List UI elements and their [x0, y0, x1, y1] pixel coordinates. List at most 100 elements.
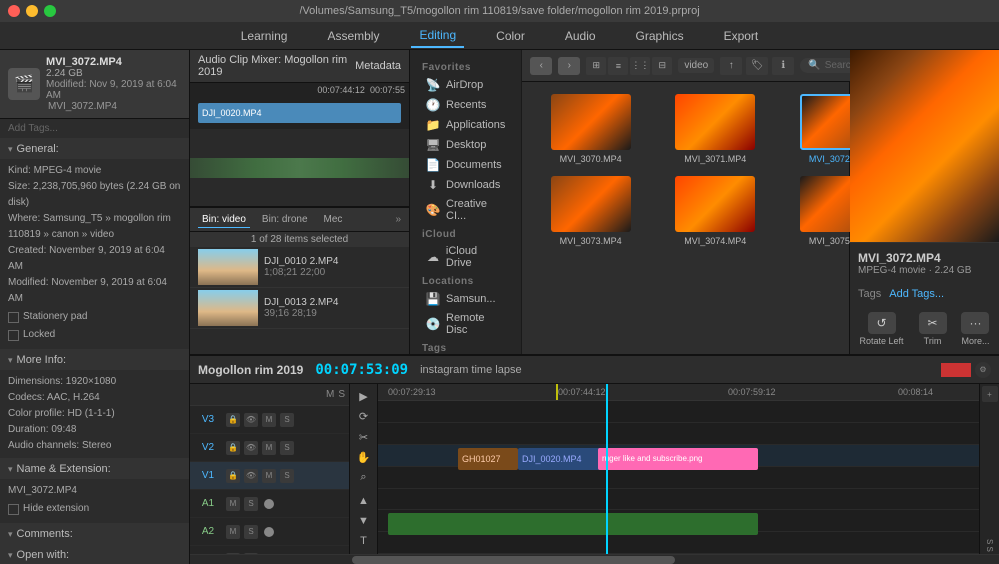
finder-cell-4[interactable]: MVI_3073.MP4 — [530, 172, 651, 250]
sidebar-icloud-drive[interactable]: ☁ iCloud Drive — [414, 242, 517, 272]
preview-large-area — [850, 50, 999, 242]
more-btn[interactable]: ··· More... — [961, 312, 989, 346]
time-marker-2: 00:07:44:12 — [558, 387, 606, 397]
share-btn[interactable]: ↑ — [720, 57, 742, 75]
a2-mute[interactable]: M — [226, 525, 240, 539]
bin-item-1[interactable]: DJI_0010 2.MP4 1;08;21 22;00 — [190, 247, 409, 288]
v2-mute[interactable]: M — [262, 441, 276, 455]
a1-label[interactable]: A1 — [194, 498, 222, 509]
v1-mute[interactable]: M — [262, 469, 276, 483]
open-with-header[interactable]: Open with: — [0, 545, 189, 564]
playhead[interactable] — [606, 384, 608, 554]
list-view-btn[interactable]: ≡ — [608, 57, 628, 75]
v2-solo[interactable]: S — [280, 441, 294, 455]
finder-thumb-5 — [675, 176, 755, 232]
nav-editing[interactable]: Editing — [411, 24, 464, 48]
nudge-down[interactable]: ▼ — [353, 513, 375, 530]
timeline-end-controls: + S S — [979, 384, 999, 554]
bin-mec-tab[interactable]: Mec — [320, 212, 347, 227]
more-tabs-icon[interactable]: » — [395, 214, 401, 225]
nav-color[interactable]: Color — [488, 25, 533, 47]
v3-vis[interactable]: 👁 — [244, 413, 258, 427]
a2-solo[interactable]: S — [244, 525, 258, 539]
remote-disc-icon: 💿 — [426, 317, 440, 331]
waveform-area — [190, 129, 409, 206]
bin-pagination: 1 of 28 items selected — [190, 231, 409, 247]
sidebar-airdrop[interactable]: 📡 AirDrop — [414, 75, 517, 95]
file-title-block: MVI_3072.MP4 2.24 GB Modified: Nov 9, 20… — [46, 56, 181, 112]
v3-solo[interactable]: S — [280, 413, 294, 427]
metadata-tab[interactable]: Metadata — [355, 60, 401, 72]
type-tool[interactable]: T — [353, 533, 375, 550]
timeline-scrollbar[interactable] — [190, 554, 999, 564]
sidebar-recents[interactable]: 🕐 Recents — [414, 95, 517, 115]
selected-clip[interactable]: DJI_0020.MP4 — [198, 103, 401, 123]
info-btn[interactable]: ℹ — [772, 57, 794, 75]
v2-lock[interactable]: 🔒 — [226, 441, 240, 455]
add-tags-link[interactable]: Add Tags... — [889, 288, 944, 300]
trim-icon: ✂ — [919, 312, 947, 334]
timecode-main: 00:07:53:09 — [315, 362, 408, 378]
v3-lock[interactable]: 🔒 — [226, 413, 240, 427]
razor-tool[interactable]: ✂ — [353, 429, 375, 446]
trim-btn[interactable]: ✂ Trim — [919, 312, 947, 346]
nav-learning[interactable]: Learning — [233, 25, 296, 47]
a2-label[interactable]: A2 — [194, 526, 222, 537]
sidebar-documents[interactable]: 📄 Documents — [414, 155, 517, 175]
a1-solo[interactable]: S — [244, 497, 258, 511]
hand-tool[interactable]: ✋ — [353, 449, 375, 466]
icloud-icon: ☁ — [426, 250, 440, 264]
add-tags-field[interactable]: Add Tags... — [0, 119, 189, 139]
more-info-header[interactable]: More Info: — [0, 350, 189, 370]
rotate-left-btn[interactable]: ↺ Rotate Left — [859, 312, 903, 346]
v2-vis[interactable]: 👁 — [244, 441, 258, 455]
v1-vis[interactable]: 👁 — [244, 469, 258, 483]
v1-lock[interactable]: 🔒 — [226, 469, 240, 483]
v3-mute[interactable]: M — [262, 413, 276, 427]
v2-label[interactable]: V2 — [194, 442, 222, 453]
sidebar-remote-disc[interactable]: 💿 Remote Disc — [414, 309, 517, 339]
nudge-up[interactable]: ▲ — [353, 492, 375, 509]
gallery-view-btn[interactable]: ⊟ — [652, 57, 672, 75]
sidebar-desktop[interactable]: 🖥 Desktop — [414, 135, 517, 155]
timeline-tracks-area: 00:07:29:13 00:07:44:12 00:07:59:12 00:0… — [378, 384, 979, 554]
tag-btn[interactable]: 🏷 — [746, 57, 768, 75]
add-track-btn[interactable]: + — [982, 386, 998, 402]
scrollbar-thumb[interactable] — [352, 556, 676, 564]
sidebar-applications[interactable]: 📁 Applications — [414, 115, 517, 135]
name-ext-header[interactable]: Name & Extension: — [0, 459, 189, 479]
bin-item-time-1: 1;08;21 22;00 — [264, 267, 339, 278]
finder-cell-5[interactable]: MVI_3074.MP4 — [655, 172, 776, 250]
comments-header[interactable]: Comments: — [0, 524, 189, 544]
minimize-button[interactable] — [26, 5, 38, 17]
name-ext-content: MVI_3072.MP4 Hide extension — [0, 479, 189, 523]
v1-solo[interactable]: S — [280, 469, 294, 483]
nav-graphics[interactable]: Graphics — [628, 25, 692, 47]
bin-item-2[interactable]: DJI_0013 2.MP4 39;16 28;19 — [190, 288, 409, 329]
v1-label[interactable]: V1 — [194, 470, 222, 481]
zoom-tool[interactable]: ⌕ — [353, 469, 375, 486]
bin-video-tab[interactable]: Bin: video — [198, 212, 250, 228]
finder-cell-2[interactable]: MVI_3071.MP4 — [655, 90, 776, 168]
v3-label[interactable]: V3 — [194, 414, 222, 425]
close-button[interactable] — [8, 5, 20, 17]
nav-audio[interactable]: Audio — [557, 25, 604, 47]
sidebar-downloads[interactable]: ⬇ Downloads — [414, 175, 517, 195]
a1-mute[interactable]: M — [226, 497, 240, 511]
back-button[interactable]: ‹ — [530, 57, 552, 75]
nav-assembly[interactable]: Assembly — [319, 25, 387, 47]
sidebar-creative-ci[interactable]: 🎨 Creative CI... — [414, 195, 517, 225]
finder-thumb-1 — [551, 94, 631, 150]
settings-icon[interactable]: ⚙ — [975, 362, 991, 378]
forward-button[interactable]: › — [558, 57, 580, 75]
maximize-button[interactable] — [44, 5, 56, 17]
finder-cell-1[interactable]: MVI_3070.MP4 — [530, 90, 651, 168]
select-tool[interactable]: ▶ — [353, 388, 375, 405]
bin-drone-tab[interactable]: Bin: drone — [258, 212, 312, 227]
general-section-header[interactable]: General: — [0, 139, 189, 159]
icon-view-btn[interactable]: ⊞ — [586, 57, 606, 75]
sidebar-samsung[interactable]: 💾 Samsun... — [414, 289, 517, 309]
nav-export[interactable]: Export — [716, 25, 767, 47]
column-view-btn[interactable]: ⋮⋮ — [630, 57, 650, 75]
ripple-tool[interactable]: ⟳ — [353, 408, 375, 425]
